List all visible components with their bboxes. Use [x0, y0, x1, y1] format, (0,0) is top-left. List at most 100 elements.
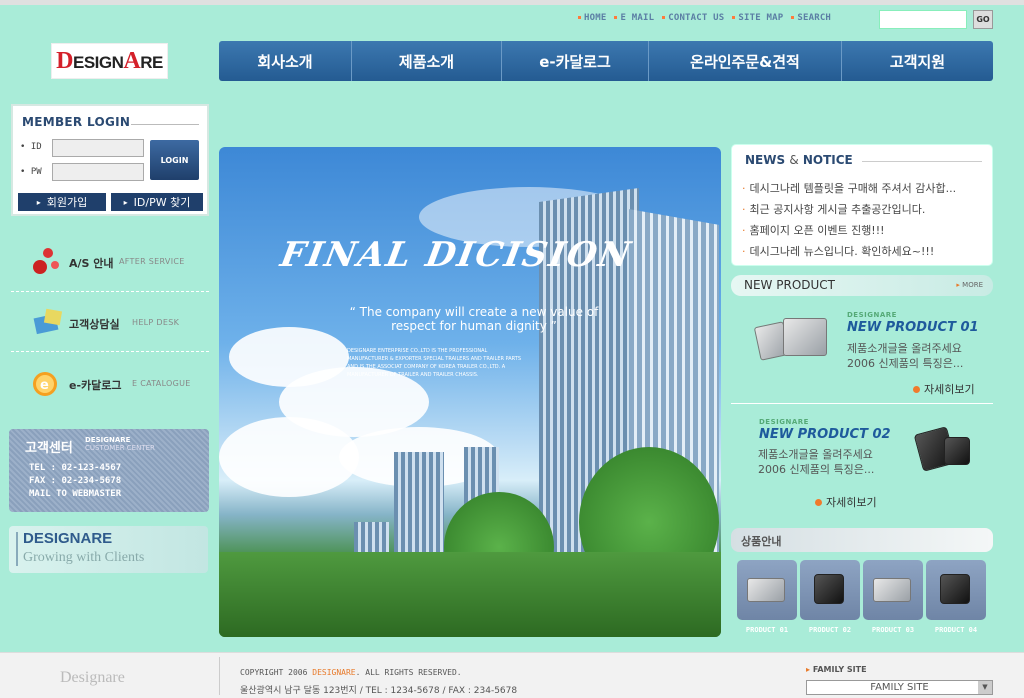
- site-logo[interactable]: DESIGNARE: [51, 43, 168, 79]
- designare-slogan: Growing with Clients: [23, 550, 145, 565]
- product-guide-header: 상품안내: [731, 528, 993, 552]
- news-item[interactable]: · 최근 공지사항 게시글 추출공간입니다.: [742, 201, 925, 217]
- find-label: ID/PW 찾기: [133, 196, 191, 209]
- family-site-label: FAMILY SITE: [806, 665, 867, 674]
- product-01-image[interactable]: [783, 318, 827, 356]
- nav-item-ecatalog[interactable]: e-카달로그: [502, 41, 649, 81]
- product-01-more-link[interactable]: 자세히보기: [913, 381, 975, 397]
- footer-copyright: COPYRIGHT 2006 DESIGNARE. ALL RIGHTS RES…: [240, 668, 462, 677]
- login-title: MEMBER LOGIN: [22, 115, 131, 129]
- news-item[interactable]: · 데시그나레 뉴스입니다. 확인하세요~!!!: [742, 243, 934, 259]
- more-link[interactable]: MORE: [956, 281, 983, 289]
- divider: [11, 351, 209, 352]
- designare-title: DESIGNARE: [23, 530, 113, 547]
- nav-item-support[interactable]: 고객지원: [842, 41, 993, 81]
- arrow-icon: ▸: [123, 197, 128, 207]
- pw-label: • PW: [20, 167, 42, 177]
- nav-item-products[interactable]: 제품소개: [352, 41, 502, 81]
- grass: [219, 552, 721, 637]
- news-title: NEWS & NOTICE: [745, 153, 853, 167]
- news-item[interactable]: · 홈페이지 오픈 이벤트 진행!!!: [742, 222, 885, 238]
- menu-label-ko: 고객상담실: [69, 318, 120, 331]
- product-brand: DESIGNARE: [759, 418, 809, 426]
- top-link-email[interactable]: E MAIL: [614, 13, 654, 23]
- login-button[interactable]: LOGIN: [150, 140, 199, 180]
- menu-label-en: E CATALOGUE: [132, 379, 191, 388]
- product-desc: 제품소개글을 올려주세요 2006 신제품의 특징은...: [847, 342, 964, 370]
- new-product-header: NEW PRODUCT MORE: [731, 275, 993, 296]
- divider: [11, 291, 209, 292]
- find-id-pw-button[interactable]: ▸ ID/PW 찾기: [111, 193, 203, 211]
- mail-to-webmaster-link[interactable]: MAIL TO WEBMASTER: [29, 489, 121, 499]
- search-input[interactable]: [879, 10, 967, 29]
- product-thumb-02[interactable]: [800, 560, 860, 620]
- chevron-down-icon: ▼: [978, 681, 992, 694]
- banner-quote-line: “ The company will create a new value of: [349, 305, 599, 319]
- product-thumb-label[interactable]: PRODUCT 03: [863, 626, 923, 634]
- join-label: 회원가입: [46, 196, 88, 209]
- footer: Designare COPYRIGHT 2006 DESIGNARE. ALL …: [0, 652, 1024, 698]
- main-nav: 회사소개 제품소개 e-카달로그 온라인주문&견적 고객지원: [219, 41, 993, 81]
- login-divider: [131, 124, 199, 125]
- product-desc: 제품소개글을 올려주세요 2006 신제품의 특징은...: [758, 448, 875, 476]
- product-thumb-04[interactable]: [926, 560, 986, 620]
- menu-label-en: AFTER SERVICE: [119, 257, 185, 266]
- join-button[interactable]: ▸ 회원가입: [18, 193, 106, 211]
- top-link-label: SEARCH: [797, 13, 832, 23]
- footer-logo: Designare: [60, 669, 125, 686]
- news-divider: [862, 161, 982, 162]
- menu-label-en: HELP DESK: [132, 318, 180, 327]
- dot-icon: [815, 499, 822, 506]
- logo-text: DESIGNARE: [56, 47, 163, 74]
- menu-e-catalogue[interactable]: e e-카달로그 E CATALOGUE: [11, 357, 209, 413]
- customer-center-tel: TEL : 02-123-4567: [29, 463, 122, 473]
- product-brand: DESIGNARE: [847, 311, 897, 319]
- member-login-box: MEMBER LOGIN • ID • PW LOGIN ▸ 회원가입 ▸ ID/P…: [11, 104, 209, 216]
- designare-banner[interactable]: DESIGNARE Growing with Clients: [9, 526, 208, 573]
- product-thumb-label[interactable]: PRODUCT 02: [800, 626, 860, 634]
- top-link-sitemap[interactable]: SITE MAP: [732, 13, 783, 23]
- banner-small-text: DESIGNARE ENTERPRISE CO.,LTD IS THE PROF…: [347, 348, 521, 378]
- product-thumb-01[interactable]: [737, 560, 797, 620]
- pw-field[interactable]: [52, 163, 144, 181]
- nav-item-online-order[interactable]: 온라인주문&견적: [649, 41, 842, 81]
- svg-text:e: e: [40, 378, 49, 393]
- accent-bar: [16, 532, 18, 566]
- after-service-icon: [33, 248, 59, 274]
- product-thumb-label[interactable]: PRODUCT 01: [737, 626, 797, 634]
- menu-help-desk[interactable]: 고객상담실 HELP DESK: [11, 296, 209, 352]
- product-name[interactable]: NEW PRODUCT 02: [759, 427, 891, 442]
- menu-after-service[interactable]: A/S 안내 AFTER SERVICE: [11, 235, 209, 291]
- menu-label-ko: A/S 안내: [69, 257, 114, 270]
- camera-icon: [940, 574, 970, 604]
- new-product-title: NEW PRODUCT: [744, 278, 835, 292]
- top-link-home[interactable]: HOME: [578, 13, 606, 23]
- customer-center-subtitle: CUSTOMER CENTER: [85, 444, 155, 452]
- news-item[interactable]: · 데시그나레 템플릿을 구매해 주셔서 감사합...: [742, 180, 956, 196]
- product-guide-title: 상품안내: [741, 535, 782, 548]
- product-02-more-link[interactable]: 자세히보기: [815, 494, 877, 510]
- product-02-image[interactable]: [944, 437, 970, 465]
- top-link-contact[interactable]: CONTACT US: [662, 13, 724, 23]
- menu-label-ko: e-카달로그: [69, 379, 122, 392]
- top-link-label: CONTACT US: [668, 13, 725, 23]
- top-link-label: E MAIL: [620, 13, 655, 23]
- product-thumb-label[interactable]: PRODUCT 04: [926, 626, 986, 634]
- help-desk-icon: [33, 308, 63, 335]
- arrow-icon: ▸: [36, 197, 41, 207]
- camera-icon: [814, 574, 844, 604]
- top-link-label: HOME: [584, 13, 607, 23]
- search-go-button[interactable]: GO: [973, 10, 993, 29]
- product-name[interactable]: NEW PRODUCT 01: [847, 320, 979, 335]
- footer-address: 울산광역시 남구 달동 123번지 / TEL : 1234-5678 / FA…: [240, 686, 518, 696]
- product-thumb-03[interactable]: [863, 560, 923, 620]
- nav-item-company[interactable]: 회사소개: [219, 41, 352, 81]
- banner-quote-line: respect for human dignity ”: [391, 319, 557, 333]
- id-field[interactable]: [52, 139, 144, 157]
- news-notice-box: NEWS & NOTICE · 데시그나레 템플릿을 구매해 주셔서 감사합...…: [731, 144, 993, 266]
- customer-center-fax: FAX : 02-234-5678: [29, 476, 122, 486]
- family-site-select[interactable]: FAMILY SITE ▼: [806, 680, 993, 695]
- e-catalogue-icon: e: [33, 372, 57, 396]
- footer-divider: [219, 657, 220, 695]
- family-site-value: FAMILY SITE: [870, 682, 929, 693]
